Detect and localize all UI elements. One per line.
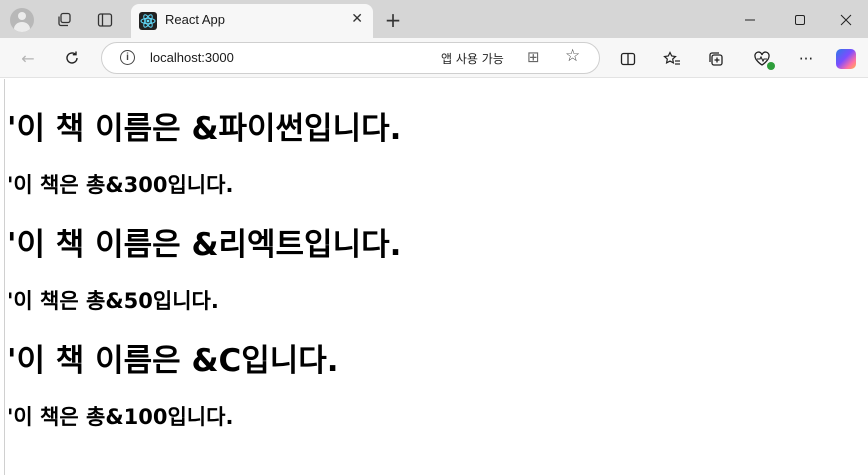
more-options-icon[interactable]: ··· xyxy=(795,48,817,70)
browser-toolbar: ← i localhost:3000 앱 사용 가능 ⊞ ☆ ··· xyxy=(0,38,868,78)
page-content: '이 책 이름은 &파이썬입니다. '이 책은 총&300입니다. '이 책 이… xyxy=(4,79,868,475)
collections-icon[interactable] xyxy=(705,48,727,70)
book-title-line: '이 책 이름은 &C입니다. xyxy=(7,343,339,379)
browser-titlebar: React App ✕ + xyxy=(0,0,868,38)
book-pages-line: '이 책은 총&100입니다. xyxy=(7,405,234,429)
close-window-icon[interactable] xyxy=(831,8,861,32)
tab-react-app[interactable]: React App ✕ xyxy=(131,4,373,38)
close-tab-icon[interactable]: ✕ xyxy=(351,11,363,27)
site-info-icon[interactable]: i xyxy=(120,50,135,65)
profile-icon[interactable] xyxy=(9,7,35,33)
copilot-icon[interactable] xyxy=(835,48,857,70)
book-pages-line: '이 책은 총&50입니다. xyxy=(7,289,219,313)
app-available-label[interactable]: 앱 사용 가능 xyxy=(441,50,504,67)
url-text[interactable]: localhost:3000 xyxy=(150,50,234,65)
app-install-icon[interactable]: ⊞ xyxy=(527,48,540,66)
minimize-icon[interactable] xyxy=(735,8,765,32)
maximize-icon[interactable] xyxy=(785,8,815,32)
favorites-icon[interactable] xyxy=(661,48,683,70)
reload-icon[interactable] xyxy=(60,46,84,70)
back-icon[interactable]: ← xyxy=(16,46,40,70)
tab-actions-icon[interactable] xyxy=(92,7,118,33)
book-title-line: '이 책 이름은 &파이썬입니다. xyxy=(7,111,402,147)
new-tab-icon[interactable]: + xyxy=(380,7,406,33)
split-screen-icon[interactable] xyxy=(617,48,639,70)
book-title-line: '이 책 이름은 &리엑트입니다. xyxy=(7,227,402,263)
tab-title: React App xyxy=(165,12,225,27)
book-pages-line: '이 책은 총&300입니다. xyxy=(7,173,234,197)
workspaces-icon[interactable] xyxy=(51,7,77,33)
favorite-star-icon[interactable]: ☆ xyxy=(565,46,580,66)
browser-essentials-icon[interactable] xyxy=(751,48,775,70)
address-bar[interactable]: i localhost:3000 앱 사용 가능 ⊞ ☆ xyxy=(101,42,600,74)
react-icon xyxy=(139,12,157,30)
